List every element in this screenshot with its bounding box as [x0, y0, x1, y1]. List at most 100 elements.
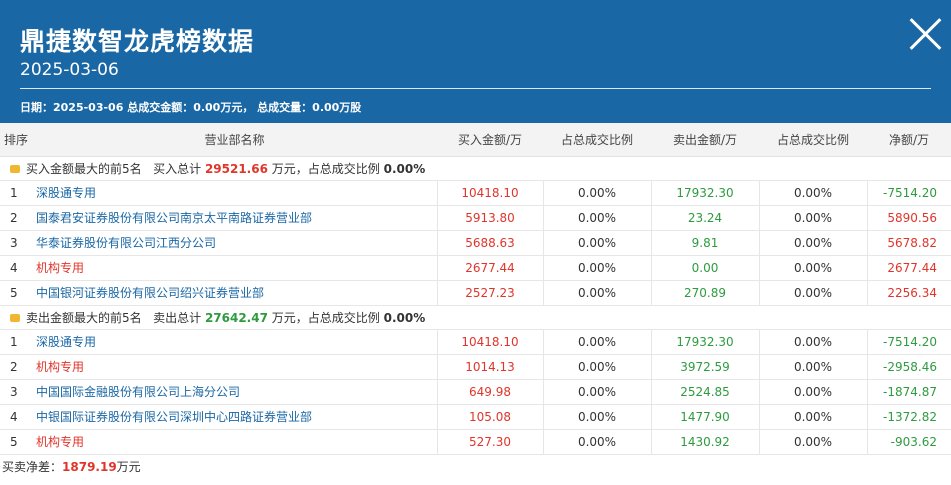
dept-name-link[interactable]: 机构专用: [32, 354, 437, 380]
col-buy-ratio: 占总成交比例: [543, 123, 651, 157]
col-net: 净额/万: [867, 123, 951, 157]
rank-cell: 4: [0, 404, 32, 430]
buy-amount-cell: 10418.10: [436, 329, 543, 355]
rank-cell: 2: [0, 354, 32, 380]
sell-total-unit: 万元，占总成交比例: [271, 310, 380, 325]
modal-header: 鼎捷数智龙虎榜数据 2025-03-06 日期：2025-03-06 总成交金额…: [0, 0, 951, 123]
dept-name-link[interactable]: 华泰证券股份有限公司江西分公司: [32, 230, 437, 256]
rank-cell: 5: [0, 280, 32, 306]
net-amount-cell: -1372.82: [866, 404, 951, 430]
net-difference: 买卖净差：1879.19万元: [0, 455, 951, 479]
dept-name-link[interactable]: 深股通专用: [32, 180, 437, 206]
buy-amount-cell: 2527.23: [436, 280, 543, 306]
ranking-table: 排序 营业部名称 买入金额/万 占总成交比例 卖出金额/万 占总成交比例 净额/…: [0, 123, 951, 455]
sell-ratio-cell: 0.00%: [758, 230, 867, 256]
sell-amount-cell: 1477.90: [650, 404, 759, 430]
col-sell-ratio: 占总成交比例: [759, 123, 867, 157]
dept-name-link[interactable]: 中国国际金融股份有限公司上海分公司: [32, 379, 437, 405]
buy-total-unit: 万元，占总成交比例: [271, 161, 380, 176]
buy-amount-cell: 649.98: [436, 379, 543, 405]
col-sell-amount: 卖出金额/万: [651, 123, 759, 157]
dept-name-link[interactable]: 机构专用: [32, 429, 437, 455]
table-row: 2 国泰君安证券股份有限公司南京太平南路证券营业部 5913.80 0.00% 23.2…: [0, 205, 951, 231]
sell-amount-cell: 270.89: [650, 280, 759, 306]
net-amount-cell: 2677.44: [866, 255, 951, 281]
buy-ratio-cell: 0.00%: [542, 404, 651, 430]
rank-cell: 3: [0, 379, 32, 405]
sell-amount-cell: 23.24: [650, 205, 759, 231]
rank-cell: 1: [0, 329, 32, 355]
bag-icon: [10, 164, 20, 173]
buy-total-ratio: 0.00%: [383, 161, 426, 176]
table-row: 2 机构专用 1014.13 0.00% 3972.59 0.00% -2958.46: [0, 354, 951, 380]
close-icon[interactable]: [905, 14, 945, 54]
rank-cell: 1: [0, 180, 32, 206]
sell-amount-cell: 17932.30: [650, 180, 759, 206]
sell-ratio-cell: 0.00%: [758, 404, 867, 430]
buy-amount-cell: 1014.13: [436, 354, 543, 380]
sell-amount-cell: 9.81: [650, 230, 759, 256]
dept-name-link[interactable]: 国泰君安证券股份有限公司南京太平南路证券营业部: [32, 205, 437, 231]
table-row: 1 深股通专用 10418.10 0.00% 17932.30 0.00% -7514.20: [0, 180, 951, 206]
net-amount-cell: -7514.20: [866, 180, 951, 206]
buy-total-value: 29521.66: [204, 161, 268, 176]
net-amount-cell: -7514.20: [866, 329, 951, 355]
sell-amount-cell: 1430.92: [650, 429, 759, 455]
buy-amount-cell: 5913.80: [436, 205, 543, 231]
sell-ratio-cell: 0.00%: [758, 280, 867, 306]
sell-total-label: 卖出总计: [153, 310, 202, 325]
table-row: 5 中国银河证券股份有限公司绍兴证券营业部 2527.23 0.00% 270.89 0.…: [0, 280, 951, 306]
buy-total-label: 买入总计: [153, 161, 202, 176]
sell-section-header: 卖出金额最大的前5名 卖出总计 27642.47 万元，占总成交比例 0.00%: [0, 305, 951, 330]
buy-ratio-cell: 0.00%: [542, 255, 651, 281]
sell-total-ratio: 0.00%: [383, 310, 426, 325]
net-amount-cell: 5678.82: [866, 230, 951, 256]
buy-ratio-cell: 0.00%: [542, 379, 651, 405]
dept-name-link[interactable]: 中银国际证券股份有限公司深圳中心四路证券营业部: [32, 404, 437, 430]
net-amount-cell: -903.62: [866, 429, 951, 455]
buy-ratio-cell: 0.00%: [542, 429, 651, 455]
table-row: 4 中银国际证券股份有限公司深圳中心四路证券营业部 105.08 0.00% 1477.…: [0, 404, 951, 430]
buy-amount-cell: 5688.63: [436, 230, 543, 256]
net-diff-value: 1879.19: [62, 459, 117, 474]
buy-ratio-cell: 0.00%: [542, 354, 651, 380]
table-header: 排序 营业部名称 买入金额/万 占总成交比例 卖出金额/万 占总成交比例 净额/…: [0, 123, 951, 157]
bag-icon: [10, 313, 20, 322]
sell-amount-cell: 2524.85: [650, 379, 759, 405]
buy-amount-cell: 527.30: [436, 429, 543, 455]
table-row: 4 机构专用 2677.44 0.00% 0.00 0.00% 2677.44: [0, 255, 951, 281]
sell-amount-cell: 3972.59: [650, 354, 759, 380]
net-diff-unit: 万元: [116, 459, 141, 474]
sell-ratio-cell: 0.00%: [758, 329, 867, 355]
trade-summary: 日期：2025-03-06 总成交金额：0.00万元， 总成交量：0.00万股: [20, 101, 362, 114]
buy-section-header: 买入金额最大的前5名 买入总计 29521.66 万元，占总成交比例 0.00%: [0, 156, 951, 181]
net-amount-cell: -2958.46: [866, 354, 951, 380]
rank-cell: 3: [0, 230, 32, 256]
col-buy-amount: 买入金额/万: [437, 123, 543, 157]
buy-ratio-cell: 0.00%: [542, 205, 651, 231]
dept-name-link[interactable]: 机构专用: [32, 255, 437, 281]
sell-ratio-cell: 0.00%: [758, 205, 867, 231]
dept-name-link[interactable]: 深股通专用: [32, 329, 437, 355]
buy-ratio-cell: 0.00%: [542, 329, 651, 355]
header-divider: [20, 88, 931, 89]
sell-section-label: 卖出金额最大的前5名: [26, 310, 142, 325]
net-amount-cell: -1874.87: [866, 379, 951, 405]
page-title: 鼎捷数智龙虎榜数据: [20, 27, 255, 56]
table-row: 3 中国国际金融股份有限公司上海分公司 649.98 0.00% 2524.85 0.00…: [0, 379, 951, 405]
sell-ratio-cell: 0.00%: [758, 354, 867, 380]
net-amount-cell: 5890.56: [866, 205, 951, 231]
buy-section-label: 买入金额最大的前5名: [26, 161, 142, 176]
page-date: 2025-03-06: [20, 60, 119, 80]
buy-amount-cell: 2677.44: [436, 255, 543, 281]
table-row: 1 深股通专用 10418.10 0.00% 17932.30 0.00% -7514.20: [0, 329, 951, 355]
sell-amount-cell: 0.00: [650, 255, 759, 281]
rank-cell: 5: [0, 429, 32, 455]
rank-cell: 4: [0, 255, 32, 281]
sell-ratio-cell: 0.00%: [758, 379, 867, 405]
dept-name-link[interactable]: 中国银河证券股份有限公司绍兴证券营业部: [32, 280, 437, 306]
net-diff-label: 买卖净差：: [2, 459, 63, 474]
sell-total-value: 27642.47: [204, 310, 268, 325]
buy-ratio-cell: 0.00%: [542, 280, 651, 306]
sell-amount-cell: 17932.30: [650, 329, 759, 355]
